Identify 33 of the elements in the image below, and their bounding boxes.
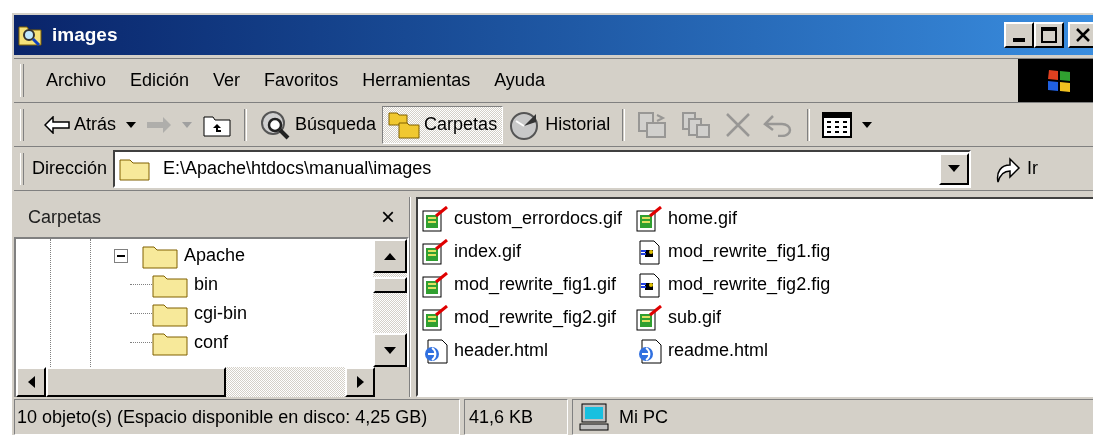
- address-field[interactable]: E:\Apache\htdocs\manual\images: [113, 149, 972, 188]
- menu-item[interactable]: Ayuda: [494, 67, 545, 94]
- toolbar-button[interactable]: Carpetas: [382, 105, 504, 144]
- address-label: Dirección: [32, 157, 108, 180]
- status-text: 10 objeto(s) (Espacio disponible en disco: 4,25 GB): [14, 399, 460, 435]
- pane-title: Carpetas: [28, 205, 102, 229]
- tree-item[interactable]: bin: [194, 271, 219, 298]
- menu-item[interactable]: Archivo: [46, 67, 107, 94]
- menu-item[interactable]: Edición: [130, 67, 190, 94]
- file-name[interactable]: mod_rewrite_fig2.gif: [454, 304, 617, 331]
- menu-item[interactable]: Herramientas: [362, 67, 471, 94]
- file-name[interactable]: sub.gif: [668, 304, 722, 331]
- menu-item[interactable]: Favoritos: [264, 67, 339, 94]
- tree-item[interactable]: conf: [194, 329, 229, 356]
- tree-item[interactable]: cgi-bin: [194, 300, 248, 327]
- file-name[interactable]: mod_rewrite_fig1.fig: [668, 238, 831, 265]
- toolbar-button[interactable]: Búsqueda: [253, 105, 383, 144]
- status-size: 41,6 KB: [464, 399, 568, 435]
- status-zone: Mi PC: [619, 405, 668, 429]
- file-name[interactable]: index.gif: [454, 238, 522, 265]
- close-button[interactable]: ×: [381, 205, 395, 229]
- tree-item[interactable]: Apache: [184, 242, 246, 269]
- file-name[interactable]: readme.html: [668, 337, 769, 364]
- file-name[interactable]: mod_rewrite_fig2.fig: [668, 271, 831, 298]
- menu-item[interactable]: Ver: [213, 67, 241, 94]
- file-name[interactable]: custom_errordocs.gif: [454, 205, 623, 232]
- file-name[interactable]: home.gif: [668, 205, 738, 232]
- toolbar-button[interactable]: Atrás: [38, 105, 122, 144]
- file-name[interactable]: header.html: [454, 337, 549, 364]
- file-name[interactable]: mod_rewrite_fig1.gif: [454, 271, 617, 298]
- go-button[interactable]: Ir: [993, 153, 1039, 184]
- toolbar-button[interactable]: Historial: [503, 105, 617, 144]
- window-title: images: [52, 22, 118, 47]
